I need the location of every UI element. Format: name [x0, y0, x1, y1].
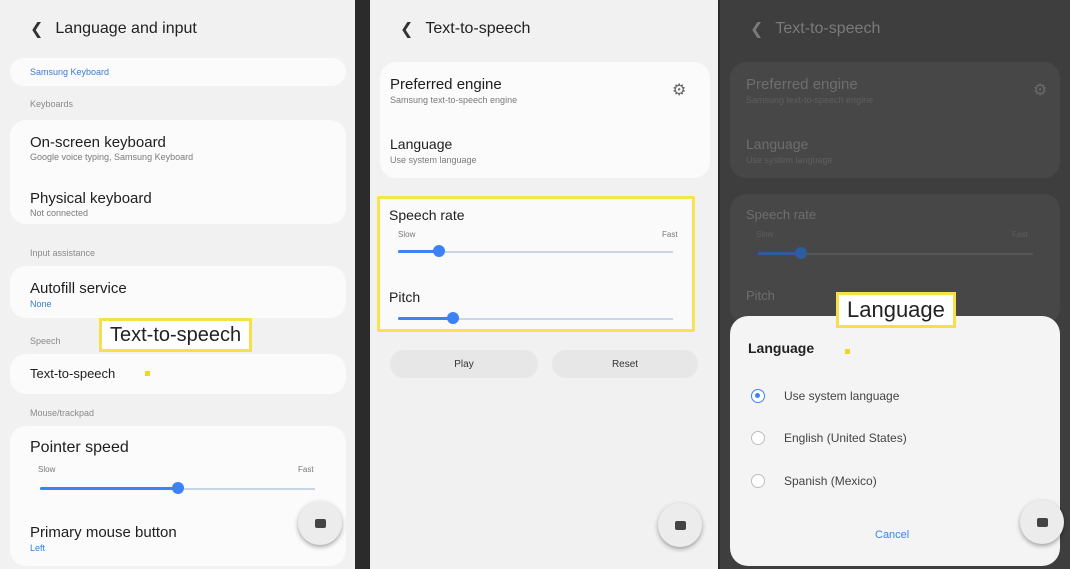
preferred-engine-summary: Samsung text-to-speech engine: [390, 95, 518, 105]
speech-rate-thumb[interactable]: [795, 247, 807, 259]
chevron-left-icon[interactable]: ❮: [750, 19, 763, 39]
reset-button[interactable]: Reset: [552, 350, 698, 378]
primary-mouse-button-item[interactable]: Primary mouse button: [30, 524, 177, 541]
floating-button[interactable]: [298, 501, 342, 545]
cancel-button[interactable]: Cancel: [875, 529, 909, 541]
pointer-speed-fill: [40, 487, 178, 490]
page-title: Text-to-speech: [425, 20, 531, 37]
onscreen-keyboard-summary: Google voice typing, Samsung Keyboard: [30, 152, 194, 162]
app-bar: ❮ Language and input: [0, 0, 355, 58]
pitch-thumb[interactable]: [447, 312, 459, 324]
preferred-engine-item[interactable]: Preferred engine: [746, 76, 858, 93]
speech-rate-fast-label: Fast: [662, 230, 678, 239]
highlight-marker: [845, 349, 850, 354]
pitch-fill: [398, 317, 453, 320]
stop-square-icon: [314, 518, 326, 528]
text-to-speech-callout: Text-to-speech: [99, 318, 253, 352]
page-title: Language and input: [55, 20, 197, 37]
gear-icon[interactable]: ⚙: [1033, 80, 1047, 100]
physical-keyboard-item[interactable]: Physical keyboard: [30, 190, 152, 207]
stop-square-icon: [674, 520, 686, 530]
pitch-label: Pitch: [389, 289, 421, 305]
samsung-keyboard-link[interactable]: Samsung Keyboard: [30, 67, 109, 77]
language-summary: Use system language: [390, 155, 477, 165]
play-button[interactable]: Play: [390, 350, 538, 378]
highlight-marker: [145, 371, 150, 376]
pitch-label: Pitch: [746, 288, 775, 303]
autofill-service-item[interactable]: Autofill service: [30, 280, 127, 297]
speech-rate-fill: [758, 252, 800, 255]
text-to-speech-item[interactable]: Text-to-speech: [30, 366, 115, 381]
floating-button[interactable]: [658, 503, 702, 547]
language-item[interactable]: Language: [746, 136, 808, 152]
chevron-left-icon[interactable]: ❮: [400, 19, 413, 39]
gear-icon[interactable]: ⚙: [672, 80, 686, 100]
radio-english-united-states[interactable]: [751, 431, 765, 445]
pointer-speed-label: Pointer speed: [30, 439, 129, 456]
onscreen-keyboard-item[interactable]: On-screen keyboard: [30, 134, 166, 151]
keyboards-category: Keyboards: [30, 99, 74, 109]
text-to-speech-language-dialog-screen: ❮ Text-to-speech Preferred engine Samsun…: [720, 0, 1070, 569]
dialog-title: Language: [748, 340, 815, 356]
physical-keyboard-summary: Not connected: [30, 208, 89, 218]
stop-square-icon: [1036, 517, 1048, 527]
input-assistance-category: Input assistance: [30, 248, 96, 258]
preferred-engine-summary: Samsung text-to-speech engine: [746, 95, 874, 105]
speech-rate-slow-label: Slow: [398, 230, 416, 239]
language-item[interactable]: Language: [390, 136, 452, 152]
app-bar: ❮ Text-to-speech: [370, 0, 718, 58]
speech-rate-label: Speech rate: [746, 207, 817, 222]
language-dialog: Language Use system language English (Un…: [730, 316, 1060, 566]
page-title: Text-to-speech: [775, 20, 881, 37]
pointer-speed-thumb[interactable]: [171, 482, 184, 494]
chevron-left-icon[interactable]: ❮: [30, 19, 43, 39]
speech-rate-slow-label: Slow: [756, 230, 774, 239]
preferred-engine-item[interactable]: Preferred engine: [390, 76, 502, 93]
speech-category: Speech: [30, 336, 61, 346]
primary-mouse-button-summary: Left: [30, 543, 46, 553]
floating-button[interactable]: [1020, 500, 1064, 544]
pointer-fast-label: Fast: [298, 465, 314, 474]
speech-rate-label: Speech rate: [389, 207, 465, 223]
option-english-united-states[interactable]: English (United States): [784, 431, 907, 445]
language-and-input-screen: ❮ Language and input Samsung Keyboard Ke…: [0, 0, 355, 569]
radio-use-system-language[interactable]: [751, 389, 765, 403]
language-summary: Use system language: [746, 155, 833, 165]
language-callout: Language: [836, 292, 956, 328]
text-to-speech-screen: ❮ Text-to-speech Preferred engine Samsun…: [370, 0, 718, 569]
option-spanish-mexico[interactable]: Spanish (Mexico): [784, 474, 877, 488]
pointer-slow-label: Slow: [38, 465, 56, 474]
speech-rate-fast-label: Fast: [1012, 230, 1028, 239]
option-use-system-language[interactable]: Use system language: [784, 389, 899, 403]
panel-divider: [355, 0, 370, 569]
autofill-service-summary: None: [30, 299, 52, 309]
radio-spanish-mexico[interactable]: [751, 474, 765, 488]
app-bar: ❮ Text-to-speech: [720, 0, 1070, 58]
mouse-trackpad-category: Mouse/trackpad: [30, 408, 95, 418]
